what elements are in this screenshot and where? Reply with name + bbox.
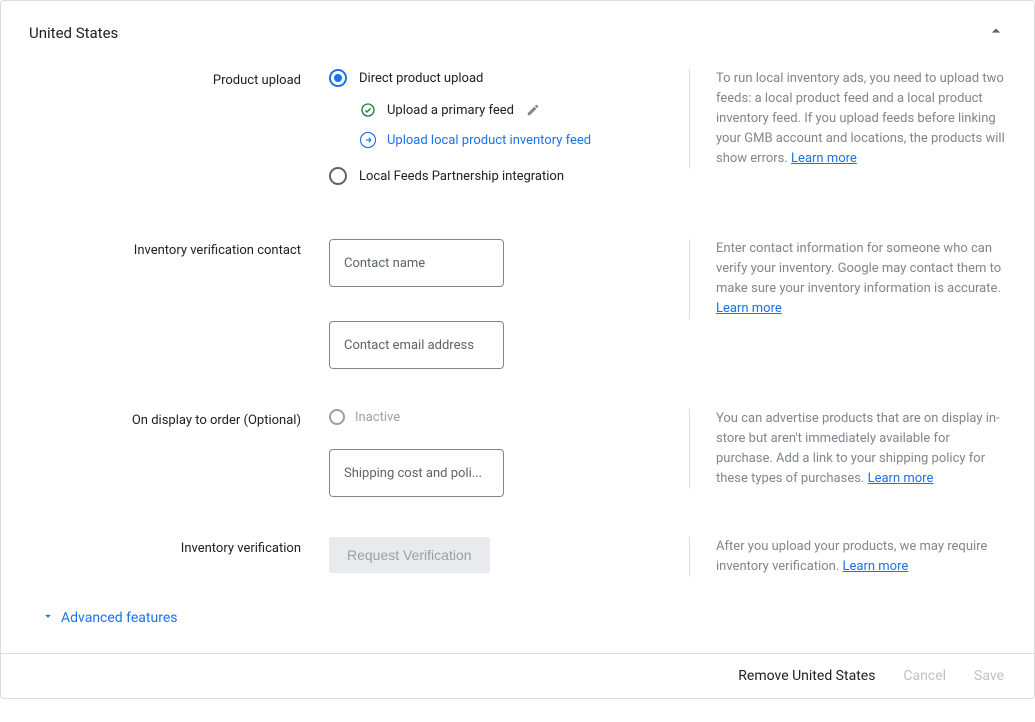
learn-more-link[interactable]: Learn more: [716, 301, 782, 316]
advanced-features-toggle[interactable]: Advanced features: [29, 605, 1006, 645]
help-text: You can advertise products that are on d…: [716, 411, 1000, 486]
learn-more-link[interactable]: Learn more: [842, 559, 908, 574]
learn-more-link[interactable]: Learn more: [868, 471, 934, 486]
toggle-label: Inactive: [355, 410, 400, 425]
radio-label: Direct product upload: [359, 71, 483, 86]
sub-item-primary-feed[interactable]: Upload a primary feed: [359, 101, 661, 119]
row-label: Inventory verification: [29, 537, 329, 556]
collapse-button[interactable]: [980, 17, 1012, 49]
chevron-down-icon: [41, 609, 55, 627]
row-inventory-verification: Inventory verification Request Verificat…: [29, 525, 1006, 605]
radio-direct-upload[interactable]: Direct product upload: [329, 69, 661, 87]
card-header: United States: [1, 1, 1034, 57]
row-middle: Inactive Shipping cost and poli...: [329, 409, 689, 497]
country-card: United States Product upload Direct prod…: [0, 0, 1035, 699]
card-title: United States: [29, 24, 118, 42]
row-product-upload: Product upload Direct product upload Upl…: [29, 57, 1006, 227]
row-label: Inventory verification contact: [29, 239, 329, 258]
row-help: After you upload your products, we may r…: [689, 537, 1006, 577]
row-help: You can advertise products that are on d…: [689, 409, 1006, 489]
contact-email-input[interactable]: Contact email address: [329, 321, 504, 369]
save-button: Save: [974, 668, 1004, 684]
help-text: To run local inventory ads, you need to …: [716, 71, 1005, 166]
radio-selected-icon: [329, 69, 347, 87]
inactive-toggle[interactable]: Inactive: [329, 409, 661, 425]
sub-item-inventory-feed[interactable]: Upload local product inventory feed: [359, 131, 661, 149]
card-footer: Remove United States Cancel Save: [1, 653, 1034, 698]
card-content: Product upload Direct product upload Upl…: [1, 57, 1034, 653]
shipping-policy-input[interactable]: Shipping cost and poli...: [329, 449, 504, 497]
request-verification-button: Request Verification: [329, 537, 490, 573]
advanced-label: Advanced features: [61, 610, 177, 626]
sub-items: Upload a primary feed Upload local produ…: [329, 101, 661, 149]
arrow-right-circle-icon: [359, 131, 377, 149]
chevron-up-icon: [986, 21, 1006, 45]
pencil-icon[interactable]: [524, 101, 542, 119]
row-middle: Contact name Contact email address: [329, 239, 689, 369]
sub-item-label: Upload a primary feed: [387, 103, 514, 118]
contact-name-input[interactable]: Contact name: [329, 239, 504, 287]
radio-unselected-icon: [329, 167, 347, 185]
check-circle-icon: [359, 101, 377, 119]
toggle-off-icon: [329, 409, 345, 425]
radio-label: Local Feeds Partnership integration: [359, 169, 564, 184]
learn-more-link[interactable]: Learn more: [791, 151, 857, 166]
radio-local-feeds-partnership[interactable]: Local Feeds Partnership integration: [329, 167, 661, 185]
row-middle: Direct product upload Upload a primary f…: [329, 69, 689, 199]
sub-item-label: Upload local product inventory feed: [387, 133, 591, 148]
row-middle: Request Verification: [329, 537, 689, 573]
row-help: To run local inventory ads, you need to …: [689, 69, 1006, 169]
row-inventory-contact: Inventory verification contact Contact n…: [29, 227, 1006, 397]
help-text: Enter contact information for someone wh…: [716, 241, 1001, 296]
row-label: On display to order (Optional): [29, 409, 329, 428]
row-label: Product upload: [29, 69, 329, 88]
remove-button[interactable]: Remove United States: [738, 668, 875, 684]
cancel-button: Cancel: [903, 668, 946, 684]
row-on-display: On display to order (Optional) Inactive …: [29, 397, 1006, 525]
row-help: Enter contact information for someone wh…: [689, 239, 1006, 319]
